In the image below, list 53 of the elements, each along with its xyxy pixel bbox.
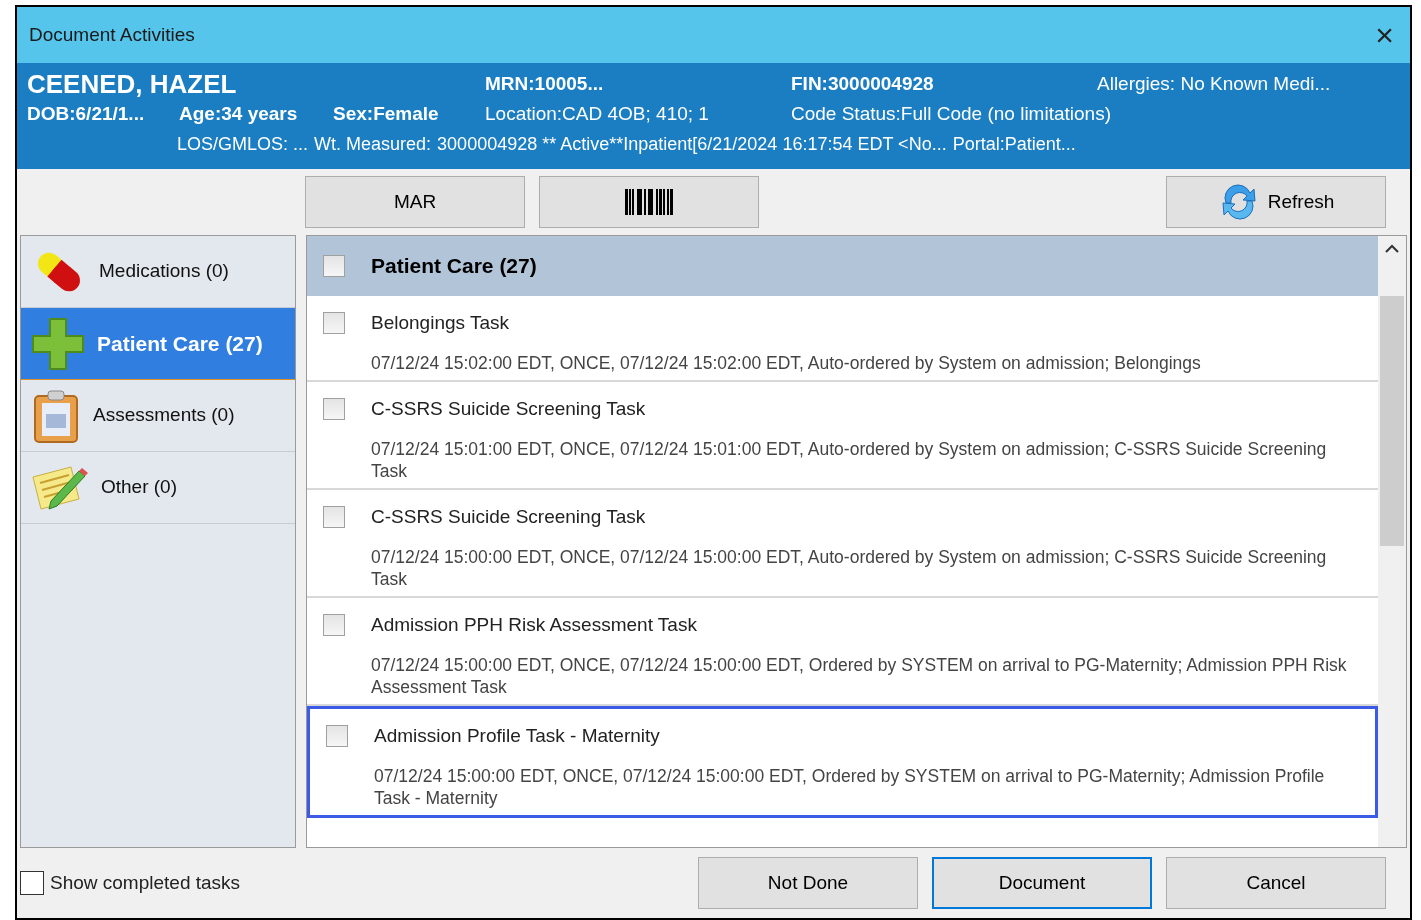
checkbox[interactable] [323, 506, 345, 528]
checkbox[interactable] [326, 725, 348, 747]
fin-text: FIN:3000004928 [791, 72, 935, 96]
plus-icon [31, 316, 85, 371]
checkbox[interactable] [323, 255, 345, 277]
task-details: 07/12/24 15:01:00 EDT, ONCE, 07/12/24 15:01:00 EDT, Auto-ordered by System on admission; C-SSRS Suicide Screening Task [371, 438, 1328, 482]
scroll-up-icon[interactable] [1385, 244, 1399, 253]
refresh-button[interactable]: Refresh [1166, 176, 1386, 228]
category-item[interactable]: Assessments (0) [21, 380, 295, 452]
group-title: Patient Care (27) [371, 253, 537, 280]
checkbox[interactable] [323, 614, 345, 636]
clipboard-icon [31, 387, 81, 444]
task-title: Belongings Task [371, 312, 511, 334]
mar-button[interactable]: MAR [305, 176, 525, 228]
task-title: C-SSRS Suicide Screening Task [371, 398, 647, 420]
task-details: 07/12/24 15:00:00 EDT, ONCE, 07/12/24 15:00:00 EDT, Ordered by SYSTEM on arrival to PG-Maternity; Admission PPH Risk Assessment Task [371, 654, 1348, 698]
allergies-text: Allergies: No Known Medi... [1097, 72, 1331, 96]
barcode-button[interactable] [539, 176, 759, 228]
task-title: Admission PPH Risk Assessment Task [371, 614, 698, 636]
dialog-button[interactable]: Cancel [1166, 857, 1386, 909]
dob-text: DOB:6/21/1... [27, 102, 146, 126]
mrn-text: MRN:10005... [485, 72, 605, 96]
scrollbar-thumb[interactable] [1380, 296, 1404, 546]
task-row[interactable]: C-SSRS Suicide Screening Task 07/12/24 15:00:00 EDT, ONCE, 07/12/24 15:00:00 EDT, Auto-ordered by System on admission; C-SSRS Suicide Screening Task [307, 490, 1378, 598]
portal-text: Portal:Patient... [952, 133, 1076, 156]
los-text: LOS/GMLOS: ... [177, 133, 309, 156]
code-status-text: Code Status:Full Code (no limitations) [791, 102, 1111, 126]
encounter-text: 3000004928 ** Active**Inpatient[6/21/2024 16:17:54 EDT <No... [437, 133, 947, 156]
weight-text: Wt. Measured: [314, 133, 432, 156]
checkbox[interactable] [323, 398, 345, 420]
close-button[interactable]: × [1371, 19, 1398, 51]
task-row[interactable]: C-SSRS Suicide Screening Task 07/12/24 15:01:00 EDT, ONCE, 07/12/24 15:01:00 EDT, Auto-ordered by System on admission; C-SSRS Suicide Screening Task [307, 382, 1378, 490]
scrollbar[interactable] [1378, 236, 1406, 847]
task-title: C-SSRS Suicide Screening Task [371, 506, 647, 528]
dialog-button[interactable]: Document [932, 857, 1152, 909]
age-text: Age:34 years [179, 102, 299, 126]
barcode-icon [625, 189, 673, 215]
checkbox[interactable] [323, 312, 345, 334]
sex-text: Sex:Female [333, 102, 440, 126]
location-text: Location:CAD 4OB; 410; 1 [485, 102, 710, 126]
task-details: 07/12/24 15:00:00 EDT, ONCE, 07/12/24 15:00:00 EDT, Ordered by SYSTEM on arrival to PG-Maternity; Admission Profile Task - Maternity [374, 765, 1326, 809]
task-row[interactable]: Belongings Task 07/12/24 15:02:00 EDT, ONCE, 07/12/24 15:02:00 EDT, Auto-ordered by System on admission; Belongings [307, 296, 1378, 382]
dialog-button[interactable]: Not Done [698, 857, 918, 909]
patient-name: CEENED, HAZEL [27, 69, 238, 99]
task-row[interactable]: Admission Profile Task - Maternity 07/12/24 15:00:00 EDT, ONCE, 07/12/24 15:00:00 EDT, Ordered by SYSTEM on arrival to PG-Maternity; Admission Profile Task - Maternity [307, 706, 1378, 818]
task-row[interactable]: Admission PPH Risk Assessment Task 07/12/24 15:00:00 EDT, ONCE, 07/12/24 15:00:00 EDT, Ordered by SYSTEM on arrival to PG-Maternity; Admission PPH Risk Assessment Task [307, 598, 1378, 706]
task-title: Admission Profile Task - Maternity [374, 725, 661, 747]
show-completed-checkbox[interactable]: Show completed tasks [20, 868, 241, 898]
category-item[interactable]: Other (0) [21, 452, 295, 524]
category-item[interactable]: Patient Care (27) [21, 308, 295, 380]
window-title: Document Activities [29, 22, 195, 47]
task-details: 07/12/24 15:00:00 EDT, ONCE, 07/12/24 15:00:00 EDT, Auto-ordered by System on admission; C-SSRS Suicide Screening Task [371, 546, 1328, 590]
task-details: 07/12/24 15:02:00 EDT, ONCE, 07/12/24 15:02:00 EDT, Auto-ordered by System on admission; Belongings [371, 352, 1201, 374]
